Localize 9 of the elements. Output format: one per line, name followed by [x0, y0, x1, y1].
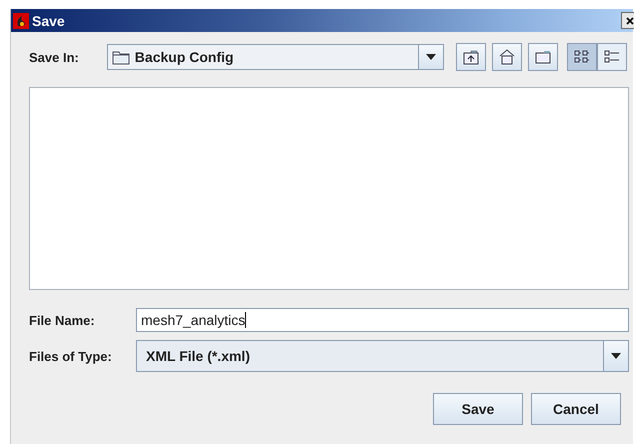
field-label: Files of Type:	[29, 348, 113, 364]
dialog-button[interactable]: Cancel	[531, 393, 621, 425]
field-label: Save In:	[29, 50, 80, 64]
file-name-field[interactable]: mesh7_analytics	[136, 308, 629, 332]
folder-dropdown[interactable]: Backup Config	[106, 44, 444, 70]
field-label: File Name:	[29, 312, 96, 328]
dialog-button[interactable]: Save	[433, 393, 523, 425]
window-title: Save	[32, 12, 66, 28]
file-type-dropdown[interactable]: XML File (*.xml)	[136, 340, 629, 372]
